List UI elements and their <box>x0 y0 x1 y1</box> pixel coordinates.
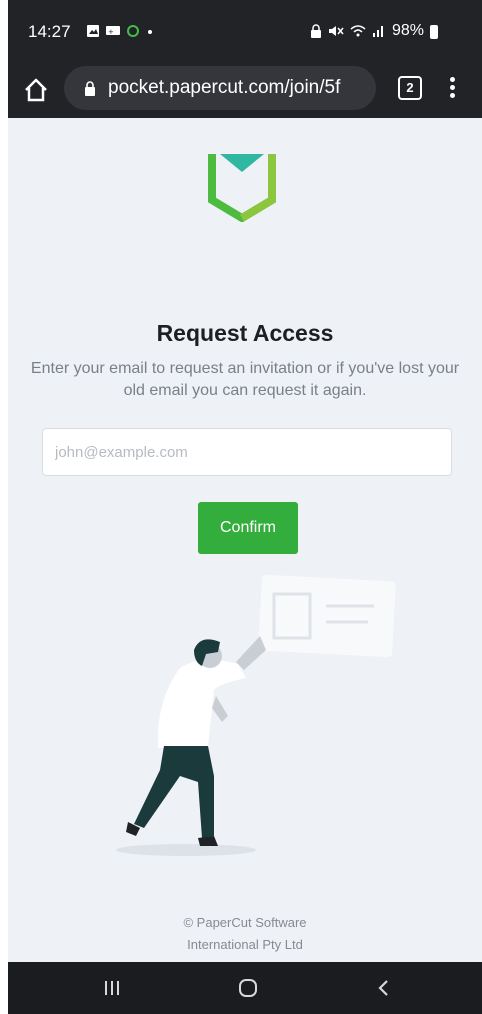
phone-screen: 14:27 + 98% pocket.papercut.com/join/5f <box>8 0 482 1014</box>
signal-icon <box>372 26 383 37</box>
notification-icons: + <box>86 24 155 38</box>
footer-company: International Pty Ltd <box>187 937 303 952</box>
person-holding-card-illustration <box>116 574 396 856</box>
system-nav-bar <box>8 962 482 1014</box>
browser-menu-icon[interactable] <box>444 74 460 102</box>
papercut-pocket-logo <box>208 154 276 222</box>
page-title: Request Access <box>156 320 334 346</box>
tab-switcher-button[interactable]: 2 <box>398 76 422 100</box>
back-icon[interactable] <box>374 978 394 998</box>
email-input[interactable] <box>42 428 452 476</box>
status-right-group: 98% <box>310 22 424 40</box>
sync-icon <box>127 25 139 37</box>
address-bar[interactable]: pocket.papercut.com/join/5f <box>64 66 376 110</box>
wifi-icon <box>350 25 366 37</box>
message-icon: + <box>106 26 120 36</box>
battery-level: 98% <box>391 22 424 39</box>
page-subtitle: Enter your email to request an invitatio… <box>30 360 460 399</box>
status-time: 14:27 <box>28 22 71 41</box>
lock-icon <box>310 24 321 38</box>
recents-icon[interactable] <box>102 978 122 998</box>
gallery-icon <box>87 25 99 37</box>
home-icon[interactable] <box>22 76 50 104</box>
home-nav-icon[interactable] <box>238 978 258 998</box>
mute-icon <box>328 26 344 36</box>
footer: © PaperCut Software International Pty Lt… <box>8 912 482 956</box>
status-bar: 14:27 + 98% <box>8 0 482 64</box>
browser-toolbar: pocket.papercut.com/join/5f 2 <box>8 64 482 118</box>
secure-lock-icon <box>85 81 95 96</box>
battery-icon <box>430 25 438 39</box>
svg-text:+: + <box>108 28 114 36</box>
confirm-button[interactable]: Confirm <box>198 502 298 554</box>
footer-copyright: © PaperCut Software <box>183 915 307 930</box>
dot-icon <box>148 30 152 34</box>
url-text: pocket.papercut.com/join/5f <box>108 77 341 98</box>
